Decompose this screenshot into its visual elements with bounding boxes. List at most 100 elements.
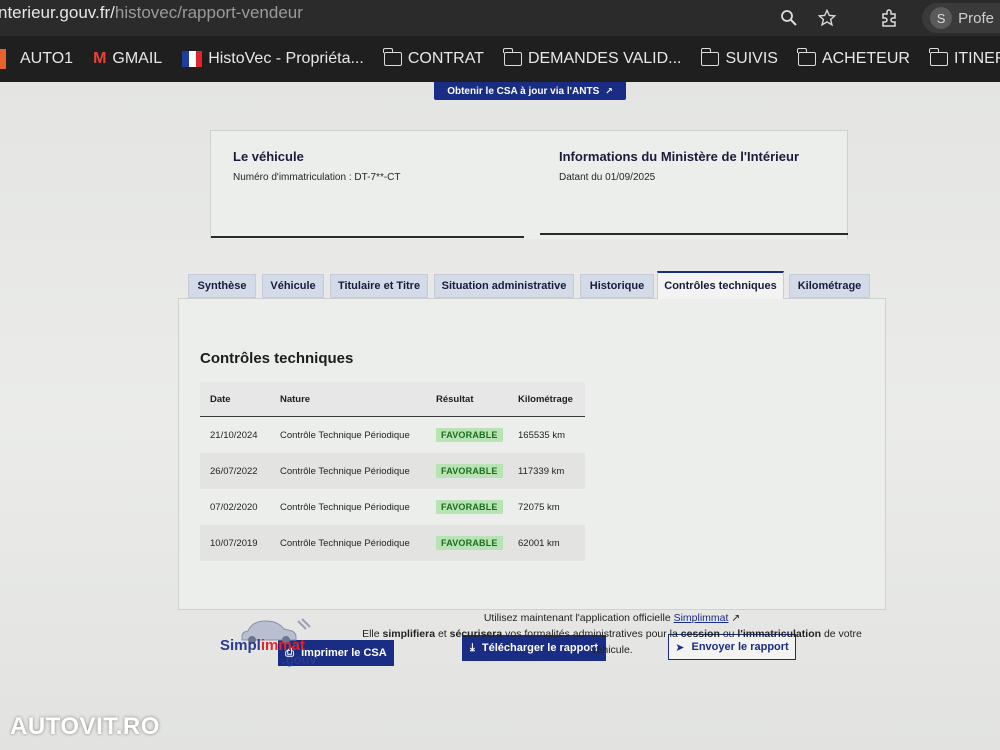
- report-info-box: Le véhicule Numéro d'immatriculation : D…: [210, 130, 848, 239]
- plate-number: Numéro d'immatriculation : DT-7**-CT: [233, 172, 401, 183]
- promo-bold: simplifiera: [382, 628, 436, 640]
- control-nature: Contrôle Technique Périodique: [280, 501, 410, 513]
- external-link-icon: ↗: [731, 612, 741, 624]
- control-result-cell: FAVORABLE: [426, 489, 508, 525]
- table-header-row: Date Nature Résultat Kilométrage: [200, 382, 585, 417]
- promo-text: Utilisez maintenant l'application offici…: [483, 612, 671, 624]
- control-result-cell: FAVORABLE: [426, 525, 508, 561]
- promo-line2: Elle simplifiera et sécurisera vos forma…: [362, 626, 862, 658]
- bookmark-label: GMAIL: [112, 50, 163, 67]
- promo-bold: sécurisera: [449, 628, 503, 640]
- bookmark-label: AUTO1: [20, 50, 74, 67]
- bookmark-demandes-valid[interactable]: DEMANDES VALID...: [494, 36, 692, 82]
- control-km: 72075 km: [518, 501, 560, 513]
- zoom-icon[interactable]: [770, 0, 808, 36]
- bookmark-label: DEMANDES VALID...: [527, 50, 682, 67]
- folder-icon: [797, 48, 816, 66]
- promo-line1: Utilisez maintenant l'application offici…: [362, 610, 862, 626]
- bookmark-auto1[interactable]: AUTO1: [0, 36, 83, 82]
- column-header-result: Résultat: [426, 382, 508, 417]
- gmail-icon: M: [93, 50, 107, 67]
- ants-csa-label: Obtenir le CSA à jour via l'ANTS: [447, 85, 600, 97]
- bookmark-label: ACHETEUR: [821, 50, 910, 67]
- table-row: 10/07/2019 Contrôle Technique Périodique…: [200, 525, 585, 561]
- status-badge: FAVORABLE: [436, 464, 503, 478]
- control-km: 62001 km: [508, 525, 585, 561]
- external-link-icon: ↗: [605, 85, 613, 96]
- bookmark-gmail[interactable]: M GMAIL: [83, 36, 172, 82]
- bookmark-acheteur[interactable]: ACHETEUR: [788, 36, 920, 82]
- table-row: 26/07/2022 Contrôle Technique Périodique…: [200, 453, 585, 489]
- column-header-km: Kilométrage: [508, 382, 585, 417]
- tab-controles-techniques[interactable]: Contrôles techniques: [657, 271, 784, 299]
- column-header-date: Date: [200, 382, 270, 417]
- control-date: 10/07/2019: [200, 525, 270, 561]
- promo-text: Elle: [362, 628, 380, 640]
- status-badge: FAVORABLE: [436, 500, 503, 514]
- url-path: histovec/rapport-vendeur: [114, 3, 303, 22]
- table-row: 21/10/2024 Contrôle Technique Périodique…: [200, 417, 585, 454]
- promo-bold: l'immatriculation: [737, 628, 822, 640]
- vehicle-info: Le véhicule Numéro d'immatriculation : D…: [233, 149, 401, 183]
- logo-simpl: Simpl: [220, 637, 261, 654]
- bookmark-star-icon[interactable]: [808, 0, 846, 36]
- profile-label: Profe: [958, 9, 994, 27]
- folder-icon: [383, 48, 402, 66]
- simplimmat-promo: Utilisez maintenant l'application offici…: [362, 610, 862, 658]
- column-header-nature: Nature: [270, 382, 426, 417]
- divider: [540, 233, 848, 235]
- tab-vehicule[interactable]: Véhicule: [262, 274, 324, 298]
- control-km: 165535 km: [518, 429, 566, 441]
- report-date: Datant du 01/09/2025: [559, 172, 656, 183]
- ministry-info: Informations du Ministère de l'Intérieur…: [559, 149, 799, 183]
- folder-icon: [503, 48, 522, 66]
- folder-icon: [700, 48, 720, 66]
- promo-bold: cession: [680, 628, 720, 640]
- control-date: 21/10/2024: [210, 429, 258, 441]
- url-host: nterieur.gouv.fr/: [0, 3, 115, 22]
- promo-text: vos formalités administratives pour la: [505, 628, 678, 640]
- bookmark-label: ITINERA: [953, 50, 1000, 67]
- bookmarks-bar: AUTO1 M GMAIL HistoVec - Propriéta... CO…: [0, 36, 1000, 82]
- table-row: 07/02/2020 Contrôle Technique Périodique…: [200, 489, 585, 525]
- ministry-info-title: Informations du Ministère de l'Intérieur: [559, 149, 800, 164]
- logo-gouv: .gouv: [282, 652, 317, 667]
- simplimmat-link[interactable]: Simplimmat: [674, 612, 729, 624]
- address-bar[interactable]: nterieur.gouv.fr/histovec/rapport-vendeu…: [0, 3, 303, 23]
- bookmark-label: HistoVec - Propriéta...: [208, 50, 364, 67]
- section-title: Contrôles techniques: [200, 350, 354, 367]
- control-date: 26/07/2022: [200, 453, 270, 489]
- bookmark-contrat[interactable]: CONTRAT: [374, 36, 494, 82]
- status-badge: FAVORABLE: [436, 428, 503, 442]
- technical-controls-table: Date Nature Résultat Kilométrage 21/10/2…: [200, 382, 585, 561]
- control-nature: Contrôle Technique Périodique: [270, 525, 426, 561]
- control-result-cell: FAVORABLE: [426, 417, 508, 454]
- control-date: 07/02/2020: [210, 501, 258, 513]
- bookmark-itinera[interactable]: ITINERA: [920, 36, 1000, 82]
- ants-csa-button[interactable]: Obtenir le CSA à jour via l'ANTS ↗: [434, 82, 626, 100]
- tab-titulaire-titre[interactable]: Titulaire et Titre: [330, 274, 428, 298]
- extensions-icon[interactable]: [870, 0, 908, 36]
- promo-text: et: [437, 628, 447, 640]
- avatar: S: [930, 7, 953, 29]
- orange-block-icon: [0, 49, 6, 69]
- tab-synthese[interactable]: Synthèse: [188, 274, 256, 298]
- folder-icon: [929, 48, 948, 66]
- bookmark-label: CONTRAT: [407, 50, 484, 67]
- control-nature: Contrôle Technique Périodique: [270, 453, 426, 489]
- status-badge: FAVORABLE: [436, 536, 503, 550]
- tab-historique[interactable]: Historique: [580, 274, 654, 298]
- bookmark-suivis[interactable]: SUIVIS: [691, 36, 787, 82]
- vehicle-info-title: Le véhicule: [233, 149, 304, 164]
- profile-button[interactable]: S Profe: [922, 3, 1000, 33]
- bookmark-label: SUIVIS: [725, 50, 778, 67]
- tab-situation-administrative[interactable]: Situation administrative: [434, 274, 574, 298]
- french-flag-icon: [182, 51, 203, 67]
- control-km: 117339 km: [508, 453, 585, 489]
- autovit-watermark: AUTOVIT.RO: [10, 713, 160, 740]
- divider: [211, 236, 524, 238]
- bookmark-histovec[interactable]: HistoVec - Propriéta...: [172, 36, 374, 82]
- browser-toolbar: nterieur.gouv.fr/histovec/rapport-vendeu…: [0, 0, 1000, 36]
- control-result-cell: FAVORABLE: [426, 453, 508, 489]
- tab-kilometrage[interactable]: Kilométrage: [789, 274, 870, 298]
